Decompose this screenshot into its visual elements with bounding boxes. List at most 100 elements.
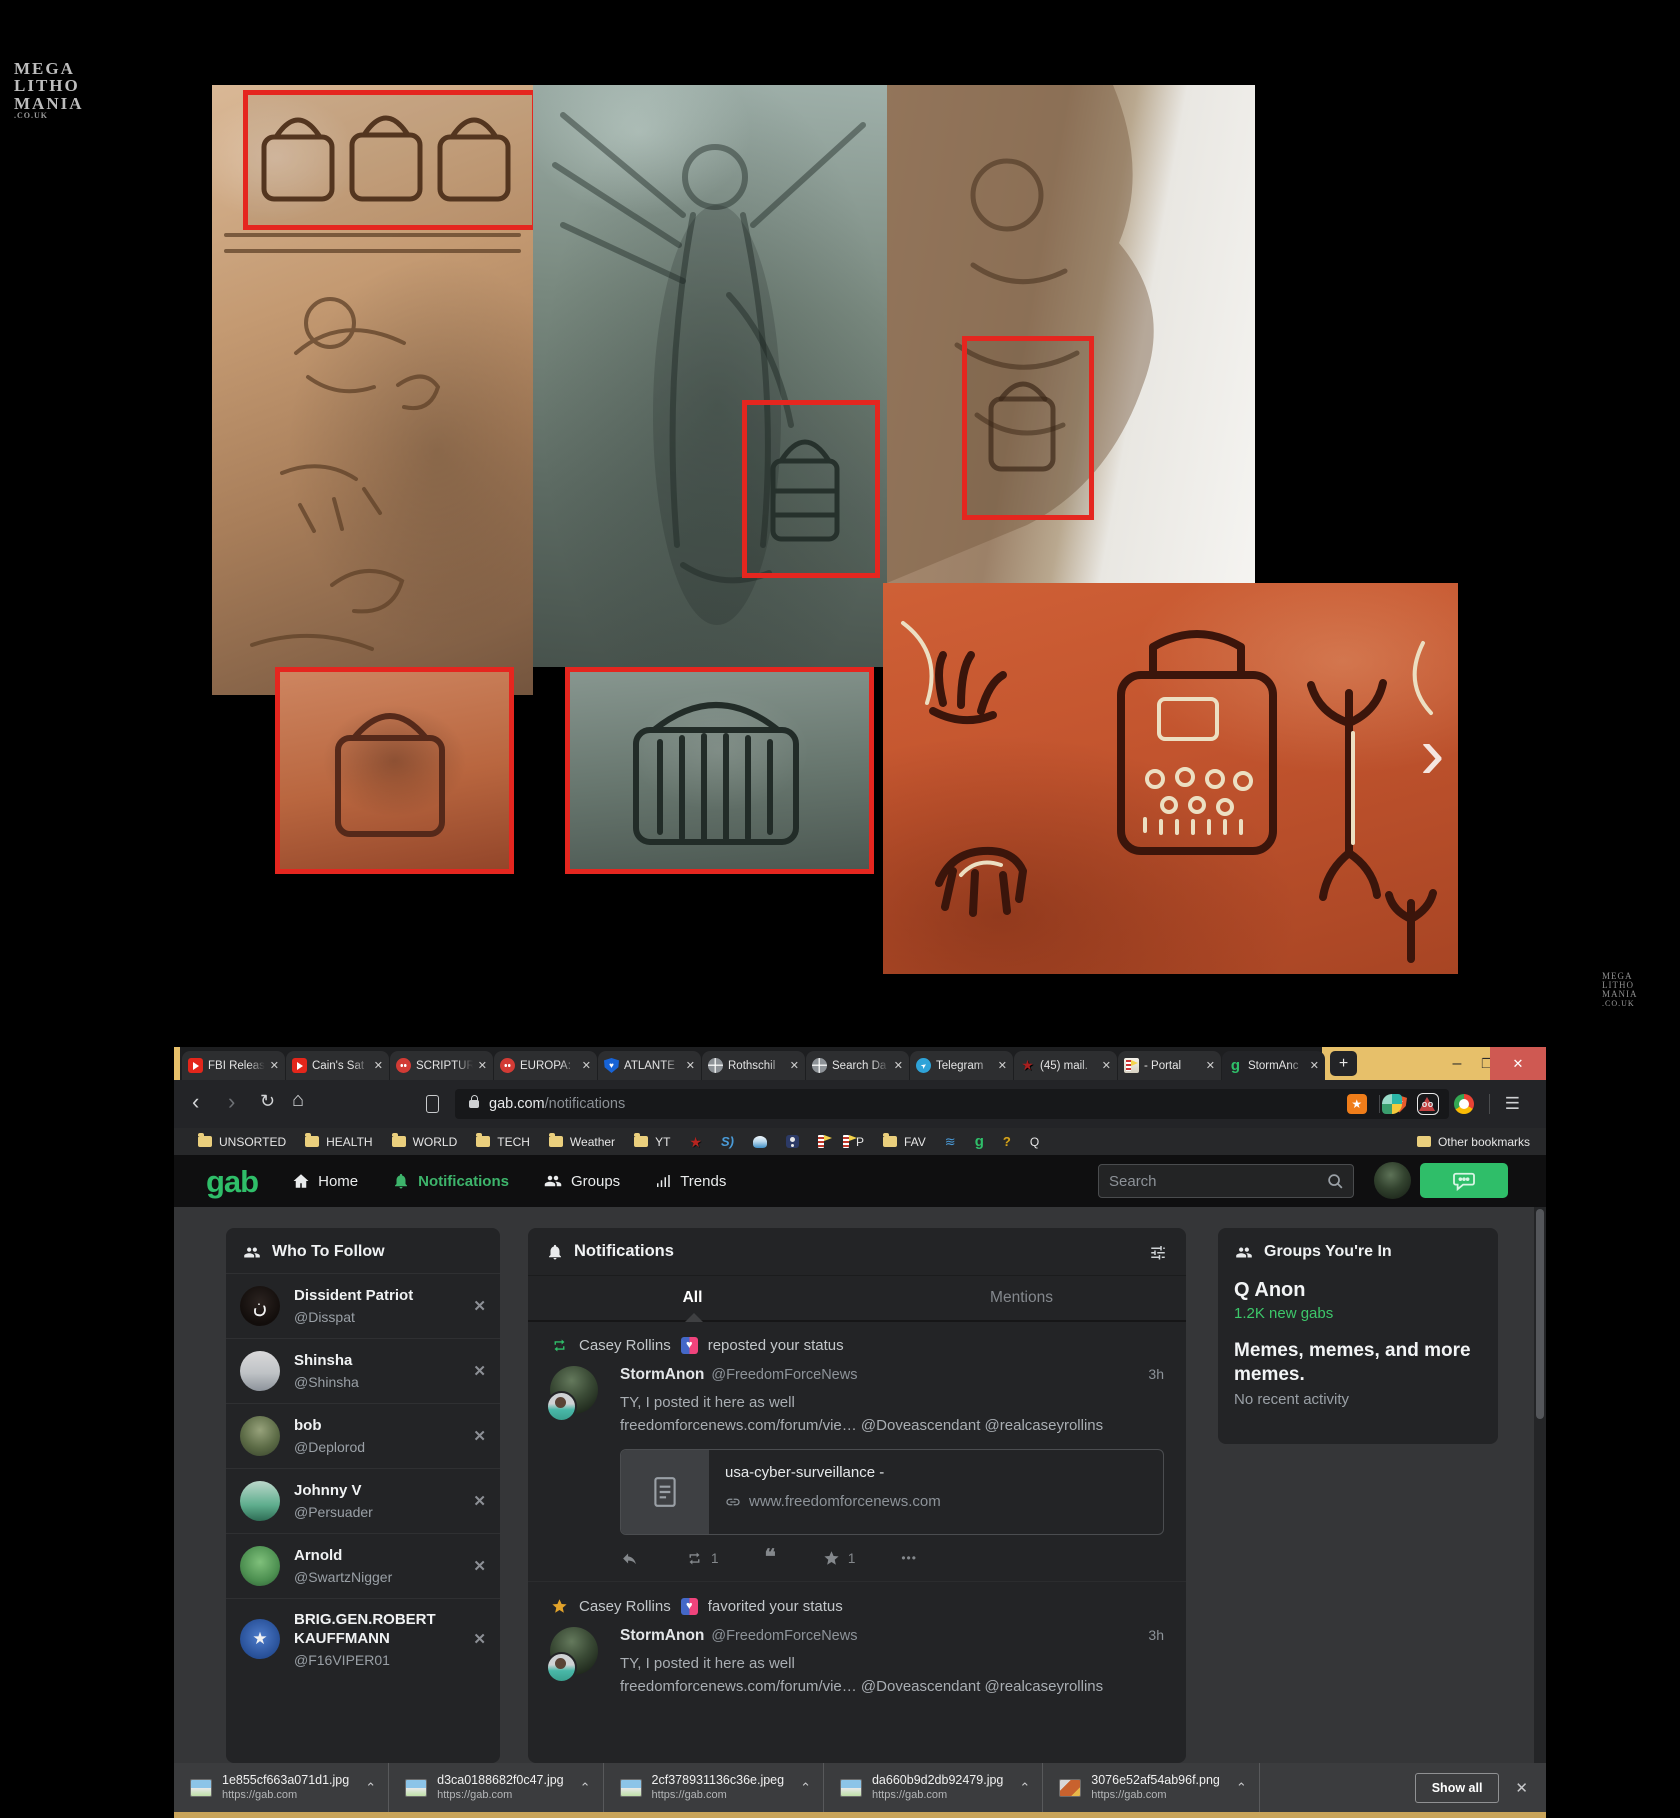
actor-name[interactable]: Casey Rollins <box>579 1337 671 1354</box>
tab-close-icon[interactable]: ✕ <box>1310 1059 1319 1072</box>
download-item[interactable]: 3076e52af54ab96f.png https://gab.com ⌃ <box>1043 1763 1260 1812</box>
bookmark-coin[interactable]: ? <box>1003 1135 1011 1148</box>
list-item[interactable]: ★ BRIG.GEN.ROBERT KAUFFMANN @F16VIPER01 … <box>226 1598 500 1680</box>
download-filename[interactable]: d3ca0188682f0c47.jpg <box>437 1772 564 1788</box>
bookmark-folder-tech[interactable]: TECH <box>476 1135 530 1149</box>
user-handle[interactable]: @FreedomForceNews <box>711 1367 857 1383</box>
repost-button[interactable]: 1 <box>685 1550 719 1567</box>
download-filename[interactable]: 1e855cf663a071d1.jpg <box>222 1772 349 1788</box>
avatar[interactable] <box>1374 1162 1411 1199</box>
bookmark-folder-world[interactable]: WORLD <box>392 1135 458 1149</box>
chevron-up-icon[interactable]: ⌃ <box>1236 1780 1247 1796</box>
bookmark-folder-weather[interactable]: Weather <box>549 1135 615 1149</box>
mini-avatar[interactable] <box>546 1391 577 1422</box>
nav-item-groups[interactable]: Groups <box>543 1172 620 1190</box>
notification-repost[interactable]: Casey Rollins ♥ reposted your status Sto… <box>528 1322 1186 1582</box>
oo-extension-icon[interactable]: oo <box>1417 1093 1439 1115</box>
bookmark-cloud[interactable] <box>753 1136 767 1148</box>
tab-stormanon-active[interactable]: StormAnc✕ <box>1222 1051 1325 1080</box>
search-bar[interactable] <box>1098 1164 1354 1198</box>
avatar[interactable]: ن <box>240 1286 280 1326</box>
list-item[interactable]: Shinsha @Shinsha ✕ <box>226 1338 500 1403</box>
link-preview-card[interactable]: usa-cyber-surveillance - www.freedomforc… <box>620 1449 1164 1535</box>
avatar-group[interactable] <box>550 1366 598 1414</box>
bookmark-s[interactable]: S) <box>721 1135 734 1148</box>
avatar[interactable] <box>240 1546 280 1586</box>
tab-europa[interactable]: EUROPA:✕ <box>494 1051 597 1080</box>
tab-rothschild[interactable]: Rothschil✕ <box>702 1051 805 1080</box>
tab-close-icon[interactable]: ✕ <box>582 1059 591 1072</box>
user-name[interactable]: BRIG.GEN.ROBERT KAUFFMANN <box>294 1611 465 1649</box>
user-name[interactable]: StormAnon <box>620 1627 704 1645</box>
chevron-up-icon[interactable]: ⌃ <box>800 1780 811 1796</box>
dismiss-icon[interactable]: ✕ <box>473 1427 486 1445</box>
group-name[interactable]: Q Anon <box>1218 1279 1498 1302</box>
list-item[interactable]: bob @Deplorod ✕ <box>226 1403 500 1468</box>
tab-atlante[interactable]: ATLANTE✕ <box>598 1051 701 1080</box>
carousel-next-icon[interactable]: › <box>1420 716 1445 790</box>
card-link[interactable]: www.freedomforcenews.com <box>749 1493 941 1510</box>
tab-close-icon[interactable]: ✕ <box>894 1059 903 1072</box>
status-text-links[interactable]: freedomforcenews.com/forum/vie… @Doveasc… <box>620 1415 1164 1438</box>
status-text-links[interactable]: freedomforcenews.com/forum/vie… @Doveasc… <box>620 1676 1164 1699</box>
bookmark-rss[interactable]: ≋ <box>945 1135 956 1148</box>
tab-fbi-releases[interactable]: FBI Releas✕ <box>182 1051 285 1080</box>
download-filename[interactable]: 3076e52af54ab96f.png <box>1091 1772 1220 1788</box>
user-name[interactable]: Johnny V <box>294 1482 465 1501</box>
avatar[interactable] <box>240 1351 280 1391</box>
other-bookmarks-button[interactable]: Other bookmarks <box>1417 1128 1530 1155</box>
tab-close-icon[interactable]: ✕ <box>1206 1059 1215 1072</box>
dismiss-icon[interactable]: ✕ <box>473 1557 486 1575</box>
search-input[interactable] <box>1099 1173 1327 1190</box>
tab-mail[interactable]: (45) mail.✕ <box>1014 1051 1117 1080</box>
tab-close-icon[interactable]: ✕ <box>790 1059 799 1072</box>
bookmark-star[interactable]: ★ <box>689 1135 702 1149</box>
nav-item-trends[interactable]: Trends <box>654 1172 726 1190</box>
more-button[interactable]: ••• <box>901 1551 917 1565</box>
dismiss-icon[interactable]: ✕ <box>473 1630 486 1648</box>
download-item[interactable]: 1e855cf663a071d1.jpg https://gab.com ⌃ <box>174 1763 389 1812</box>
bookmark-portal-p[interactable]: P <box>843 1135 864 1149</box>
reload-button[interactable]: ↻ <box>260 1092 275 1110</box>
bookmark-person[interactable] <box>786 1135 799 1148</box>
user-name[interactable]: Shinsha <box>294 1352 465 1371</box>
tab-close-icon[interactable]: ✕ <box>1102 1059 1111 1072</box>
dismiss-icon[interactable]: ✕ <box>473 1362 486 1380</box>
download-filename[interactable]: 2cf378931136c36e.jpeg <box>652 1772 785 1788</box>
tab-close-icon[interactable]: ✕ <box>686 1059 695 1072</box>
tab-scripture[interactable]: SCRIPTUR✕ <box>390 1051 493 1080</box>
new-tab-button[interactable]: + <box>1330 1051 1357 1076</box>
window-minimize-button[interactable]: – <box>1442 1047 1472 1080</box>
browser-extension-icon[interactable] <box>1454 1094 1474 1114</box>
list-item[interactable]: ن Dissident Patriot @Disspat ✕ <box>226 1273 500 1338</box>
avatar-group[interactable] <box>550 1627 598 1675</box>
download-item[interactable]: 2cf378931136c36e.jpeg https://gab.com ⌃ <box>604 1763 824 1812</box>
reading-list-icon[interactable] <box>426 1095 439 1113</box>
download-filename[interactable]: da660b9d2db92479.jpg <box>872 1772 1003 1788</box>
bookmark-folder-yt[interactable]: YT <box>634 1135 670 1149</box>
filter-sliders-icon[interactable] <box>1148 1243 1168 1261</box>
tab-close-icon[interactable]: ✕ <box>374 1059 383 1072</box>
nav-item-notifications[interactable]: Notifications <box>392 1172 509 1190</box>
menu-icon[interactable]: ☰ <box>1505 1094 1520 1114</box>
bookmark-folder-unsorted[interactable]: UNSORTED <box>198 1135 286 1149</box>
notification-favorite[interactable]: Casey Rollins ♥ favorited your status St… <box>528 1582 1186 1712</box>
gab-logo[interactable]: gab <box>206 1166 258 1197</box>
back-button[interactable]: ‹ <box>192 1091 199 1113</box>
download-item[interactable]: da660b9d2db92479.jpg https://gab.com ⌃ <box>824 1763 1043 1812</box>
search-icon[interactable] <box>1327 1173 1344 1190</box>
chevron-up-icon[interactable]: ⌃ <box>580 1780 591 1796</box>
bookmark-extension-icon[interactable]: ★ <box>1347 1094 1367 1114</box>
avatar[interactable]: ★ <box>240 1619 280 1659</box>
group-name[interactable]: Memes, memes, and more memes. <box>1218 1339 1498 1387</box>
tab-close-icon[interactable]: ✕ <box>270 1059 279 1072</box>
tab-cains-sat[interactable]: Cain's Sat✕ <box>286 1051 389 1080</box>
address-bar[interactable]: gab.com /notifications <box>455 1089 1449 1119</box>
forward-button[interactable]: › <box>228 1091 235 1113</box>
tab-close-icon[interactable]: ✕ <box>998 1059 1007 1072</box>
dismiss-icon[interactable]: ✕ <box>473 1492 486 1510</box>
tab-close-icon[interactable]: ✕ <box>478 1059 487 1072</box>
avatar[interactable] <box>240 1416 280 1456</box>
scrollbar-thumb[interactable] <box>1536 1209 1544 1419</box>
home-button[interactable]: ⌂ <box>292 1090 304 1110</box>
